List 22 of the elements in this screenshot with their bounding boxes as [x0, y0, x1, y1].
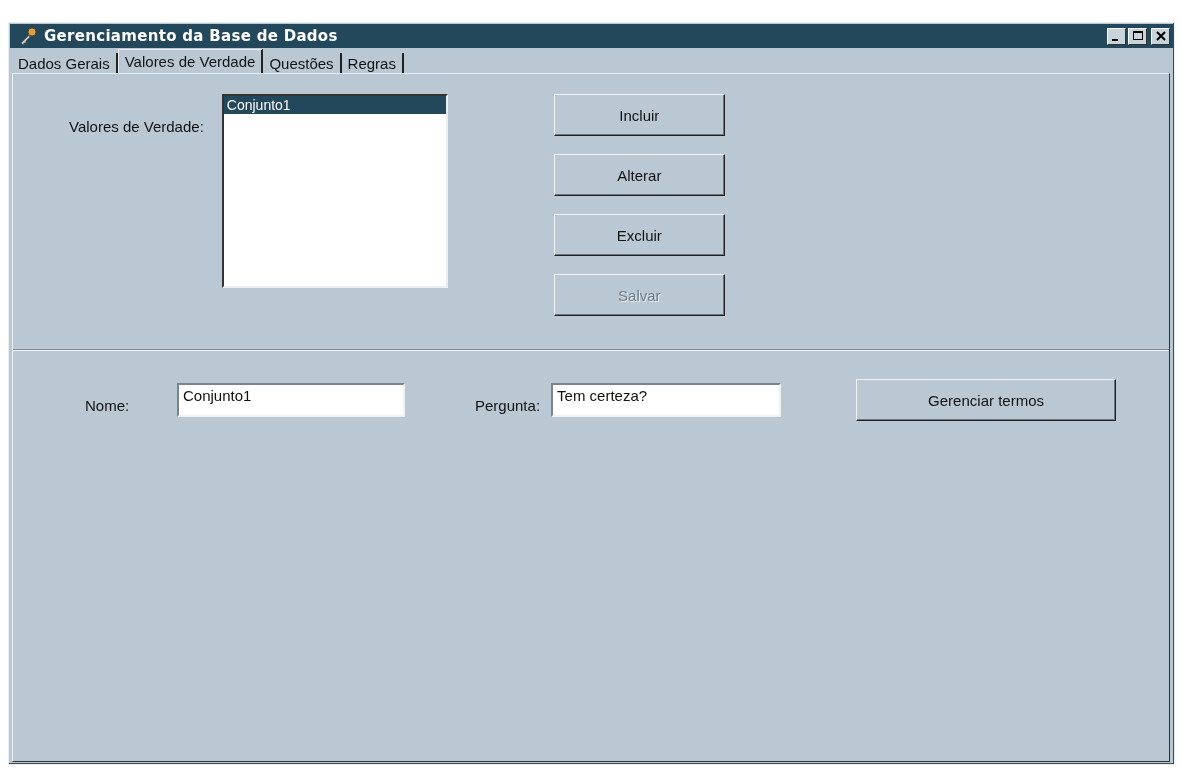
field-label: Valores de Verdade: — [69, 118, 204, 135]
close-button[interactable] — [1151, 27, 1170, 45]
list-item[interactable]: Conjunto1 — [223, 96, 446, 114]
minimize-icon — [1111, 39, 1118, 41]
key-icon — [18, 26, 38, 46]
maximize-button[interactable] — [1128, 27, 1147, 45]
tab[interactable]: Questões — [263, 53, 342, 73]
field-label: Pergunta: — [475, 396, 541, 414]
tab[interactable]: Valores de Verdade — [117, 49, 264, 73]
action-button[interactable]: Excluir — [553, 214, 725, 256]
tab[interactable]: Regras — [341, 53, 404, 73]
manage-terms-button[interactable]: Gerenciar termos — [856, 379, 1117, 421]
list-box[interactable]: Conjunto1 — [221, 94, 448, 288]
window-title: Gerenciamento da Base de Dados — [44, 27, 338, 45]
maximize-icon — [1131, 30, 1144, 42]
action-button[interactable]: Alterar — [553, 154, 725, 196]
field-label: Nome: — [85, 396, 131, 414]
minimize-button[interactable] — [1107, 27, 1126, 45]
input-field[interactable]: Tem certeza? — [551, 383, 782, 417]
input-field[interactable]: Conjunto1 — [177, 383, 405, 417]
close-icon — [1154, 30, 1167, 42]
action-button[interactable]: Incluir — [553, 94, 725, 136]
